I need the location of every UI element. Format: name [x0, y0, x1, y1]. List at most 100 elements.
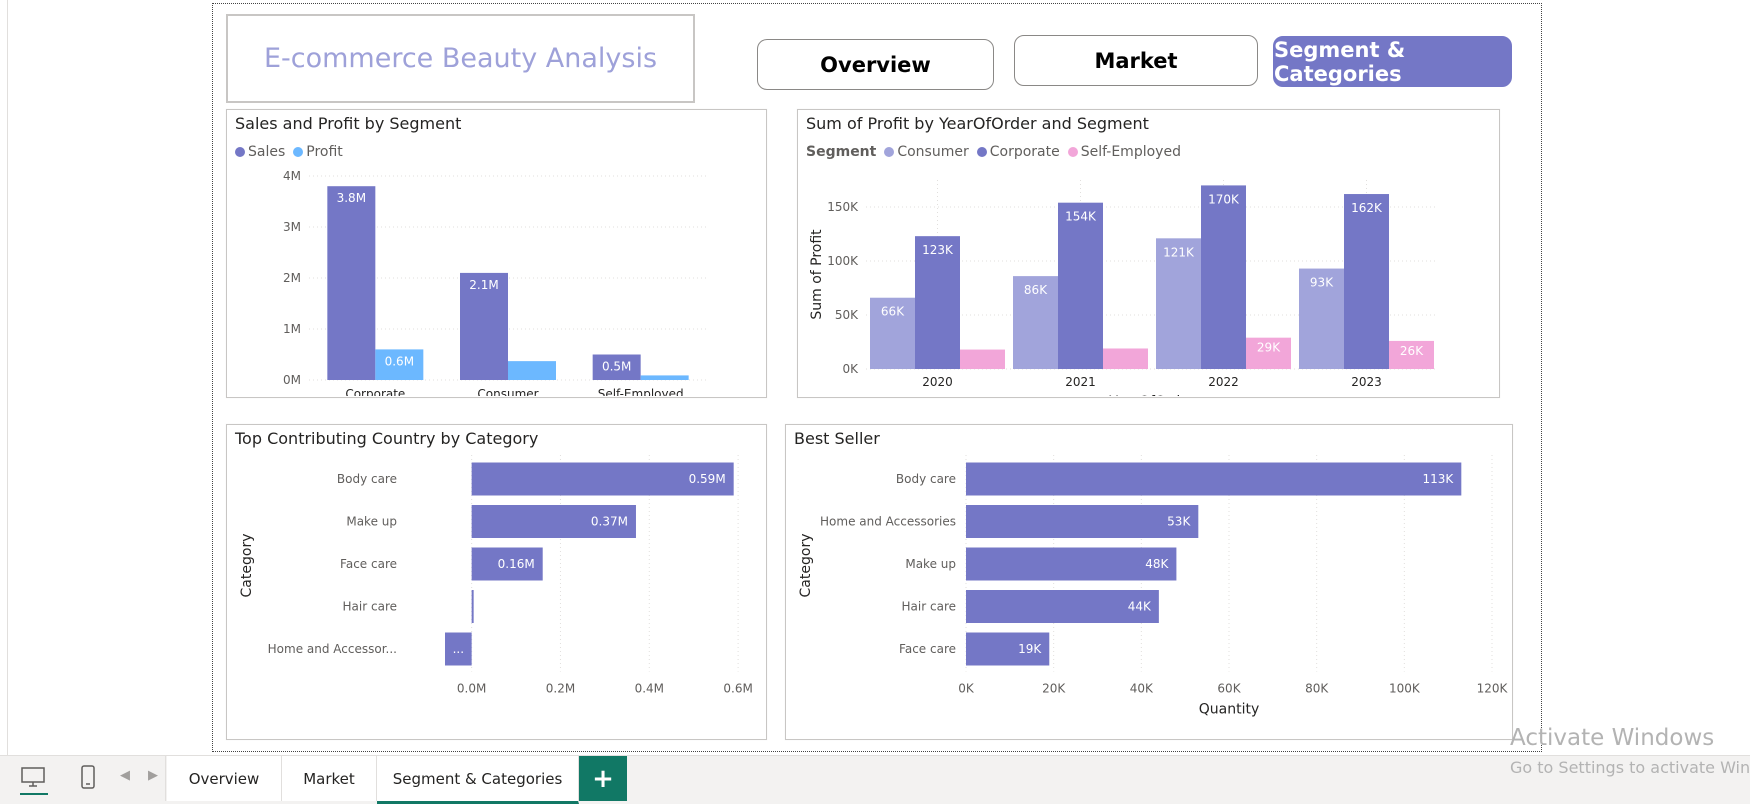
- data-label: 48K: [1145, 557, 1169, 571]
- profit-by-year-panel[interactable]: Sum of Profit by YearOfOrder and Segment…: [797, 109, 1500, 398]
- market-nav-button[interactable]: Market: [1014, 35, 1258, 86]
- next-page-icon[interactable]: ▶: [148, 768, 158, 783]
- profit-by-year-legend: Segment Consumer Corporate Self-Employed: [806, 144, 1187, 160]
- y-tick-label: 1M: [283, 322, 301, 336]
- data-label: 66K: [881, 305, 905, 319]
- x-tick-label: 20K: [1042, 682, 1066, 696]
- x-tick-label: Self-Employed: [598, 387, 684, 396]
- tab-market[interactable]: Market: [282, 756, 377, 801]
- legend-item-self-employed[interactable]: Self-Employed: [1067, 144, 1181, 160]
- bar-self-employed: [960, 349, 1005, 369]
- y-tick-label: 2M: [283, 271, 301, 285]
- data-label: 0.37M: [591, 515, 628, 529]
- y-tick-label: Home and Accessor...: [268, 642, 397, 656]
- activate-windows-subtitle: Go to Settings to activate Windows.: [1510, 758, 1750, 777]
- prev-page-icon[interactable]: ◀: [120, 768, 130, 783]
- data-label: 170K: [1208, 192, 1240, 206]
- tab-divider: [165, 756, 166, 801]
- top-country-chart: 0.0M 0.2M 0.4M 0.6M Body care 0.59M Make up 0.3…: [239, 455, 753, 696]
- top-country-panel[interactable]: Top Contributing Country by Category 0.0…: [226, 424, 767, 740]
- left-divider: [7, 0, 8, 755]
- y-tick-label: 4M: [283, 169, 301, 183]
- x-tick-label: 2023: [1351, 375, 1382, 389]
- y-tick-label: Face care: [899, 642, 956, 656]
- x-tick-label: 0.0M: [457, 682, 486, 696]
- y-tick-label: 3M: [283, 220, 301, 234]
- sales-profit-panel[interactable]: Sales and Profit by Segment Sales Profit…: [226, 109, 767, 398]
- y-axis-title: Category: [239, 534, 255, 598]
- data-label: 2.1M: [469, 278, 498, 292]
- page-tab-bar: ◀ ▶ Overview Market Segment & Categories…: [0, 755, 1750, 804]
- profit-by-year-title: Sum of Profit by YearOfOrder and Segment: [806, 114, 1149, 133]
- data-label: 29K: [1257, 341, 1281, 355]
- legend-item-profit[interactable]: Profit: [293, 144, 343, 160]
- x-tick-label: 40K: [1130, 682, 1154, 696]
- self-employed-dot-icon: [1067, 147, 1078, 157]
- tab-market-label: Market: [303, 769, 355, 788]
- legend-label-consumer: Consumer: [897, 144, 969, 160]
- tab-overview-label: Overview: [188, 769, 260, 788]
- y-tick-label: Body care: [337, 472, 397, 486]
- tab-overview[interactable]: Overview: [167, 756, 282, 801]
- y-tick-label: 0K: [842, 362, 859, 376]
- x-tick-label: 0K: [958, 682, 975, 696]
- bar-corporate: [1058, 202, 1103, 369]
- legend-title-segment: Segment: [806, 144, 877, 160]
- best-seller-chart: 0K 20K 40K 60K 80K 100K 120K Body care 113K Home …: [798, 455, 1509, 718]
- data-label: 0.16M: [498, 557, 535, 571]
- report-title: E-commerce Beauty Analysis: [263, 43, 658, 74]
- sales-dot-icon: [235, 147, 245, 157]
- bar-profit: [640, 375, 689, 380]
- x-tick-label: 60K: [1217, 682, 1241, 696]
- legend-label-sales: Sales: [248, 144, 286, 160]
- overview-nav-button[interactable]: Overview: [757, 39, 994, 90]
- market-nav-label: Market: [1094, 48, 1178, 73]
- bar-corporate: [1344, 194, 1389, 369]
- sales-profit-chart: 0M 1M 2M 3M 4M 3.8M 0.6M Corporate 2.1M Consumer 0…: [283, 169, 707, 396]
- legend-label-profit: Profit: [306, 144, 343, 160]
- y-tick-label: Hair care: [902, 600, 956, 614]
- tab-segment-categories[interactable]: Segment & Categories: [377, 756, 579, 804]
- legend-item-sales[interactable]: Sales: [235, 144, 285, 160]
- data-label: 113K: [1423, 472, 1455, 486]
- mobile-layout-icon[interactable]: [79, 764, 97, 794]
- data-label: 123K: [922, 243, 954, 257]
- x-tick-label: 120K: [1477, 682, 1509, 696]
- data-label: 44K: [1128, 600, 1152, 614]
- segment-nav-button[interactable]: Segment & Categories: [1273, 36, 1512, 87]
- data-label: 19K: [1018, 642, 1042, 656]
- y-tick-label: Face care: [340, 557, 397, 571]
- overview-nav-label: Overview: [820, 52, 931, 77]
- y-tick-label: Home and Accessories: [820, 515, 956, 529]
- data-label: 162K: [1351, 201, 1383, 215]
- x-tick-label: 2021: [1065, 375, 1096, 389]
- y-tick-label: 50K: [835, 308, 859, 322]
- data-label: 0.5M: [602, 360, 631, 374]
- y-axis-title: Category: [798, 534, 814, 598]
- desktop-layout-icon[interactable]: [20, 764, 48, 795]
- bar-category: [966, 462, 1462, 496]
- activate-windows-title: Activate Windows: [1510, 725, 1715, 751]
- bar-category: [471, 590, 474, 623]
- data-label: 53K: [1167, 515, 1191, 529]
- add-page-button[interactable]: +: [579, 756, 627, 801]
- x-tick-label: 0.4M: [635, 682, 664, 696]
- add-page-icon: +: [592, 763, 614, 794]
- bar-self-employed: [1103, 348, 1148, 369]
- data-label: 93K: [1310, 276, 1334, 290]
- x-tick-label: 0.6M: [723, 682, 752, 696]
- legend-item-corporate[interactable]: Corporate: [976, 144, 1060, 160]
- data-label: ...: [453, 642, 464, 656]
- y-tick-label: 0M: [283, 373, 301, 387]
- x-tick-label: 80K: [1305, 682, 1329, 696]
- consumer-dot-icon: [884, 147, 895, 157]
- bar-corporate: [1201, 185, 1246, 369]
- y-axis-title: Sum of Profit: [809, 229, 825, 320]
- data-label: 0.6M: [385, 354, 414, 368]
- data-label: 154K: [1065, 210, 1097, 224]
- best-seller-title: Best Seller: [794, 429, 880, 448]
- data-label: 86K: [1024, 283, 1048, 297]
- profit-dot-icon: [293, 147, 304, 157]
- legend-item-consumer[interactable]: Consumer: [884, 144, 969, 160]
- best-seller-panel[interactable]: Best Seller 0K 20K 40K 60K 80K 100K 120K Body c…: [785, 424, 1513, 740]
